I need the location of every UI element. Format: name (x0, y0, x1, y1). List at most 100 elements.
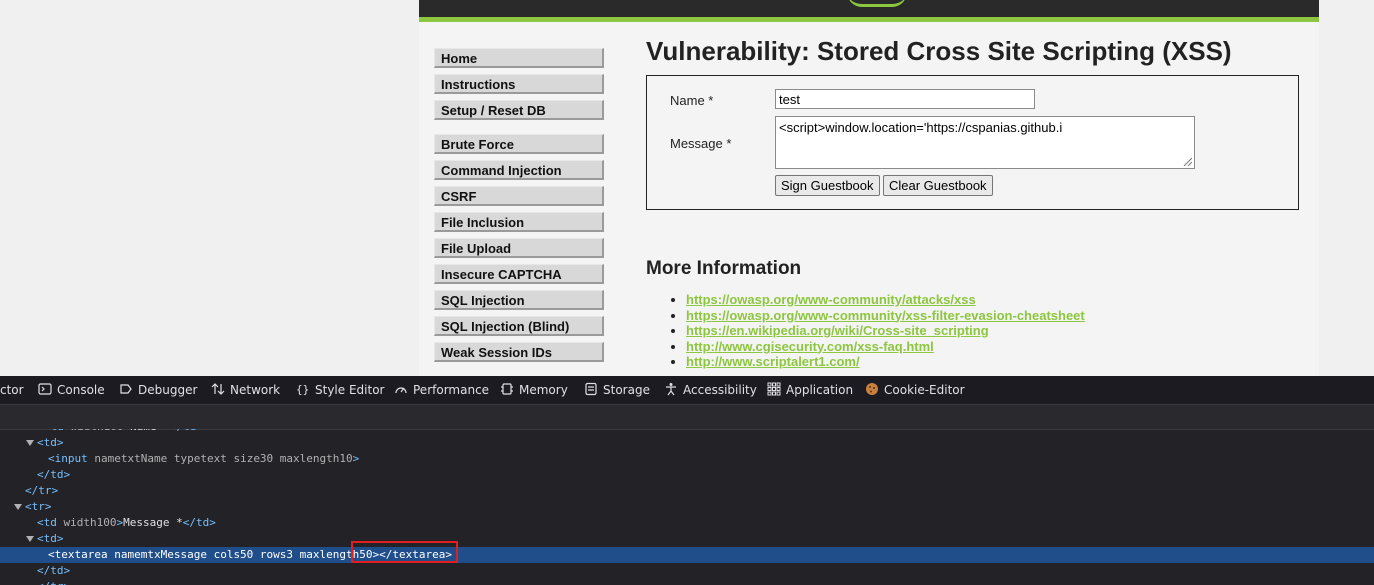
name-input[interactable] (775, 89, 1035, 109)
html-tree: <td width100>Name *</td><td><input namet… (0, 429, 1374, 585)
tree-node-markup: </tr> (37, 579, 70, 585)
devtools-tab-accessibility[interactable]: Accessibility (664, 376, 757, 404)
more-info-list-item: https://owasp.org/www-community/attacks/… (686, 292, 1085, 308)
devtools-tab-cookie-editor[interactable]: Cookie-Editor (865, 376, 965, 404)
tree-node[interactable]: </td> (0, 563, 1374, 579)
devtools-tab-label: Network (230, 383, 281, 397)
tree-node[interactable]: <td> (0, 531, 1374, 547)
tree-node-markup: <textarea namemtxMessage cols50 rows3 ma… (48, 548, 452, 561)
expand-twisty-icon[interactable] (26, 535, 34, 543)
page-title: Vulnerability: Stored Cross Site Scripti… (646, 36, 1232, 66)
menu-item-file-inclusion[interactable]: File Inclusion (434, 212, 604, 232)
debugger-icon (119, 378, 133, 394)
tree-node-markup: <td width100>Message *</td> (37, 516, 216, 529)
page-gutter-left (0, 0, 419, 376)
devtools-tab-memory[interactable]: Memory (500, 376, 568, 404)
dvwa-logo (847, 0, 907, 7)
more-info-link[interactable]: https://en.wikipedia.org/wiki/Cross-site… (686, 323, 989, 338)
clear-guestbook-button[interactable]: Clear Guestbook (883, 175, 993, 196)
console-icon (38, 378, 52, 395)
menu-item-home[interactable]: Home (434, 48, 604, 68)
devtools-tab-label: Storage (603, 383, 650, 397)
more-info-title: More Information (646, 258, 802, 279)
expand-twisty-icon[interactable] (26, 439, 34, 447)
sidebar-menu: Home Instructions Setup / Reset DB Brute F… (434, 48, 604, 376)
devtools-subbar (0, 405, 1374, 430)
menu-item-brute-force[interactable]: Brute Force (434, 134, 604, 154)
menu-item-command-injection[interactable]: Command Injection (434, 160, 604, 180)
more-info-links: https://owasp.org/www-community/attacks/… (668, 292, 1085, 370)
devtools-tab-label: ctor (0, 383, 24, 397)
devtools-tab-application[interactable]: Application (767, 376, 853, 404)
devtools-tab-style-editor[interactable]: {} Style Editor (296, 376, 384, 404)
devtools-tab-label: Memory (519, 383, 568, 397)
message-textarea[interactable]: <script>window.location='https://cspania… (775, 116, 1195, 169)
tree-node[interactable]: </tr> (0, 579, 1374, 585)
network-icon (211, 378, 225, 395)
tree-node[interactable]: <td> (0, 435, 1374, 451)
devtools-tab-storage[interactable]: Storage (584, 376, 650, 404)
more-info-list-item: http://www.scriptalert1.com/ (686, 354, 1085, 370)
menu-group-vulnerabilities: Brute Force Command Injection CSRF File Inc… (434, 134, 604, 362)
sign-guestbook-button[interactable]: Sign Guestbook (775, 175, 880, 196)
devtools-tab-label: Style Editor (315, 383, 385, 397)
expand-twisty-icon[interactable] (14, 503, 22, 511)
more-info-list-item: https://en.wikipedia.org/wiki/Cross-site… (686, 323, 1085, 339)
tree-node-markup: </td> (37, 564, 71, 577)
selected-tree-node[interactable]: <textarea namemtxMessage cols50 rows3 ma… (0, 547, 1374, 563)
devtools-tab-label: Debugger (138, 383, 198, 397)
more-info-list-item: https://owasp.org/www-community/xss-filt… (686, 308, 1085, 324)
menu-group-general: Home Instructions Setup / Reset DB (434, 48, 604, 120)
menu-item-csrf[interactable]: CSRF (434, 186, 604, 206)
devtools-tab-network[interactable]: Network (211, 376, 280, 404)
guestbook-form: Name * Message * <script>window.location… (646, 75, 1299, 210)
menu-item-weak-session-ids[interactable]: Weak Session IDs (434, 342, 604, 362)
name-label: Name * (670, 93, 714, 108)
devtools-tab-label: Cookie-Editor (884, 383, 965, 397)
tree-node[interactable]: <tr> (0, 499, 1374, 515)
message-label: Message * (670, 136, 732, 151)
memory-icon (500, 378, 514, 395)
devtools-tab-performance[interactable]: Performance (394, 376, 489, 404)
menu-item-setup-reset-db[interactable]: Setup / Reset DB (434, 100, 604, 120)
tree-node-markup: <input nametxtName typetext size30 maxle… (48, 452, 360, 465)
tree-node-markup: </td> (37, 468, 71, 481)
more-info-list-item: http://www.cgisecurity.com/xss-faq.html (686, 339, 1085, 355)
resize-grip-icon[interactable] (1183, 157, 1192, 166)
devtools-tab-label: Application (786, 383, 854, 397)
accessibility-icon (664, 378, 678, 396)
performance-icon (394, 378, 408, 394)
more-info-link[interactable]: https://owasp.org/www-community/xss-filt… (686, 308, 1085, 323)
devtools-panel: ctor Console Debugger Network {} Style Editor… (0, 376, 1374, 585)
menu-item-file-upload[interactable]: File Upload (434, 238, 604, 258)
svg-text:{}: {} (296, 383, 309, 396)
devtools-tab-console[interactable]: Console (38, 376, 105, 404)
application-icon (767, 378, 781, 396)
tree-node[interactable]: </tr> (0, 483, 1374, 499)
devtools-tab-label: Accessibility (683, 383, 757, 397)
devtools-toolbar: ctor Console Debugger Network {} Style Editor… (0, 376, 1374, 405)
style-editor-icon: {} (296, 378, 310, 396)
menu-item-instructions[interactable]: Instructions (434, 74, 604, 94)
dvwa-header (419, 0, 1319, 22)
tree-node-markup: <tr> (25, 500, 52, 513)
page-gutter-right (1319, 0, 1374, 376)
menu-item-insecure-captcha[interactable]: Insecure CAPTCHA (434, 264, 604, 284)
devtools-tab-label: Console (57, 383, 105, 397)
more-info-link[interactable]: https://owasp.org/www-community/attacks/… (686, 292, 976, 307)
storage-icon (584, 378, 598, 396)
tree-node[interactable]: <td width100>Message *</td> (0, 515, 1374, 531)
menu-item-sql-injection-blind[interactable]: SQL Injection (Blind) (434, 316, 604, 336)
cookie-icon (865, 378, 879, 395)
tree-node[interactable]: <input nametxtName typetext size30 maxle… (0, 451, 1374, 467)
main-content: Vulnerability: Stored Cross Site Scripti… (646, 36, 1306, 369)
more-info-link[interactable]: http://www.cgisecurity.com/xss-faq.html (686, 339, 934, 354)
tree-node-markup: <td> (37, 436, 64, 449)
menu-item-sql-injection[interactable]: SQL Injection (434, 290, 604, 310)
tree-node[interactable]: </td> (0, 467, 1374, 483)
devtools-tab-label: Performance (413, 383, 490, 397)
devtools-tab-ctor[interactable]: ctor (0, 376, 24, 404)
devtools-tab-debugger[interactable]: Debugger (119, 376, 197, 404)
tree-node-markup: </tr> (25, 484, 59, 497)
more-info-link[interactable]: http://www.scriptalert1.com/ (686, 354, 860, 369)
